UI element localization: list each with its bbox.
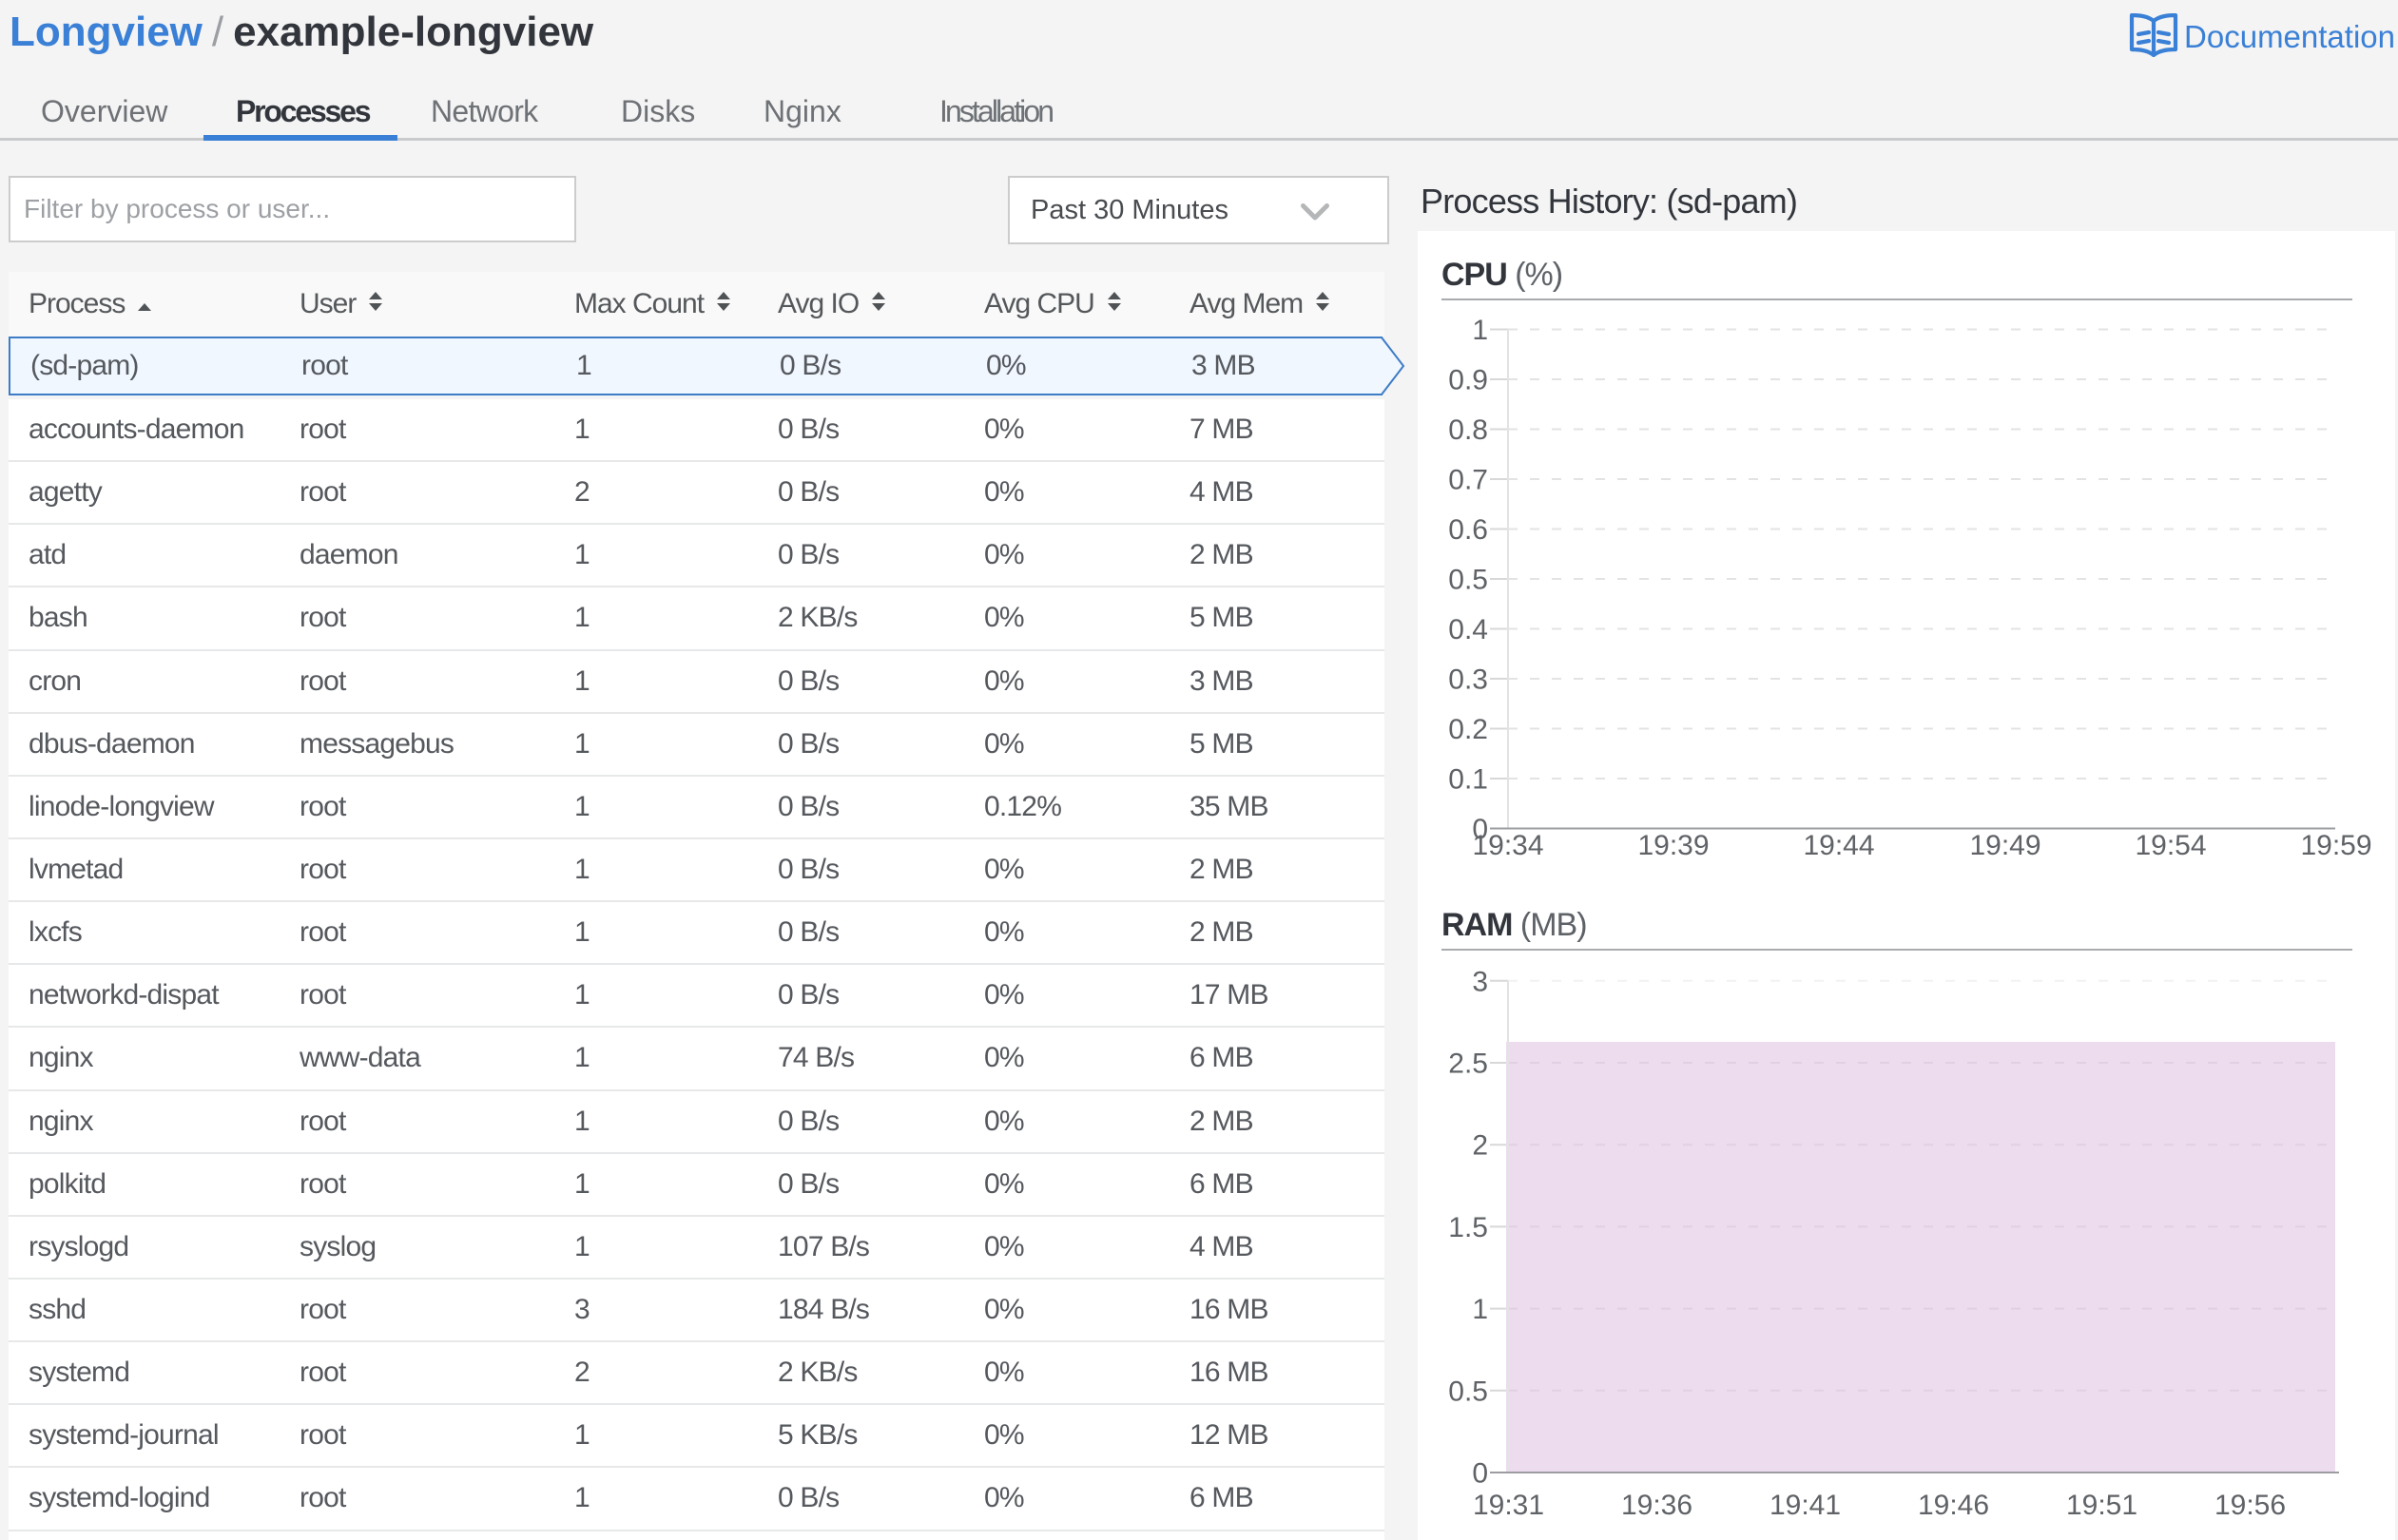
svg-text:0.7: 0.7 <box>1448 465 1488 496</box>
svg-text:0.9: 0.9 <box>1448 365 1488 396</box>
svg-text:3: 3 <box>1472 966 1488 997</box>
svg-text:RAM (MB): RAM (MB) <box>1441 907 1587 943</box>
svg-text:19:56: 19:56 <box>2214 1490 2286 1521</box>
svg-text:19:36: 19:36 <box>1621 1490 1692 1521</box>
svg-text:19:39: 19:39 <box>1637 830 1709 861</box>
svg-text:0.2: 0.2 <box>1448 714 1488 745</box>
svg-text:19:49: 19:49 <box>1969 830 2040 861</box>
svg-text:1: 1 <box>1472 1294 1488 1325</box>
svg-text:0.6: 0.6 <box>1448 514 1488 546</box>
svg-text:19:46: 19:46 <box>1918 1490 1989 1521</box>
svg-text:0.8: 0.8 <box>1448 414 1488 446</box>
svg-text:1: 1 <box>1472 315 1488 346</box>
svg-text:1.5: 1.5 <box>1448 1212 1488 1243</box>
svg-text:19:44: 19:44 <box>1803 830 1874 861</box>
svg-text:0.5: 0.5 <box>1448 1376 1488 1407</box>
svg-text:0.5: 0.5 <box>1448 565 1488 596</box>
svg-text:0.3: 0.3 <box>1448 664 1488 696</box>
svg-text:19:41: 19:41 <box>1769 1490 1841 1521</box>
svg-text:19:31: 19:31 <box>1473 1490 1544 1521</box>
svg-text:2.5: 2.5 <box>1448 1049 1488 1080</box>
svg-text:2: 2 <box>1472 1130 1488 1162</box>
svg-text:19:51: 19:51 <box>2066 1490 2137 1521</box>
svg-text:19:54: 19:54 <box>2135 830 2206 861</box>
svg-text:0.4: 0.4 <box>1448 614 1488 645</box>
svg-text:0: 0 <box>1472 1458 1488 1490</box>
svg-text:19:34: 19:34 <box>1472 830 1543 861</box>
svg-text:19:59: 19:59 <box>2300 830 2371 861</box>
svg-text:0.1: 0.1 <box>1448 764 1488 796</box>
svg-text:CPU (%): CPU (%) <box>1441 257 1562 293</box>
